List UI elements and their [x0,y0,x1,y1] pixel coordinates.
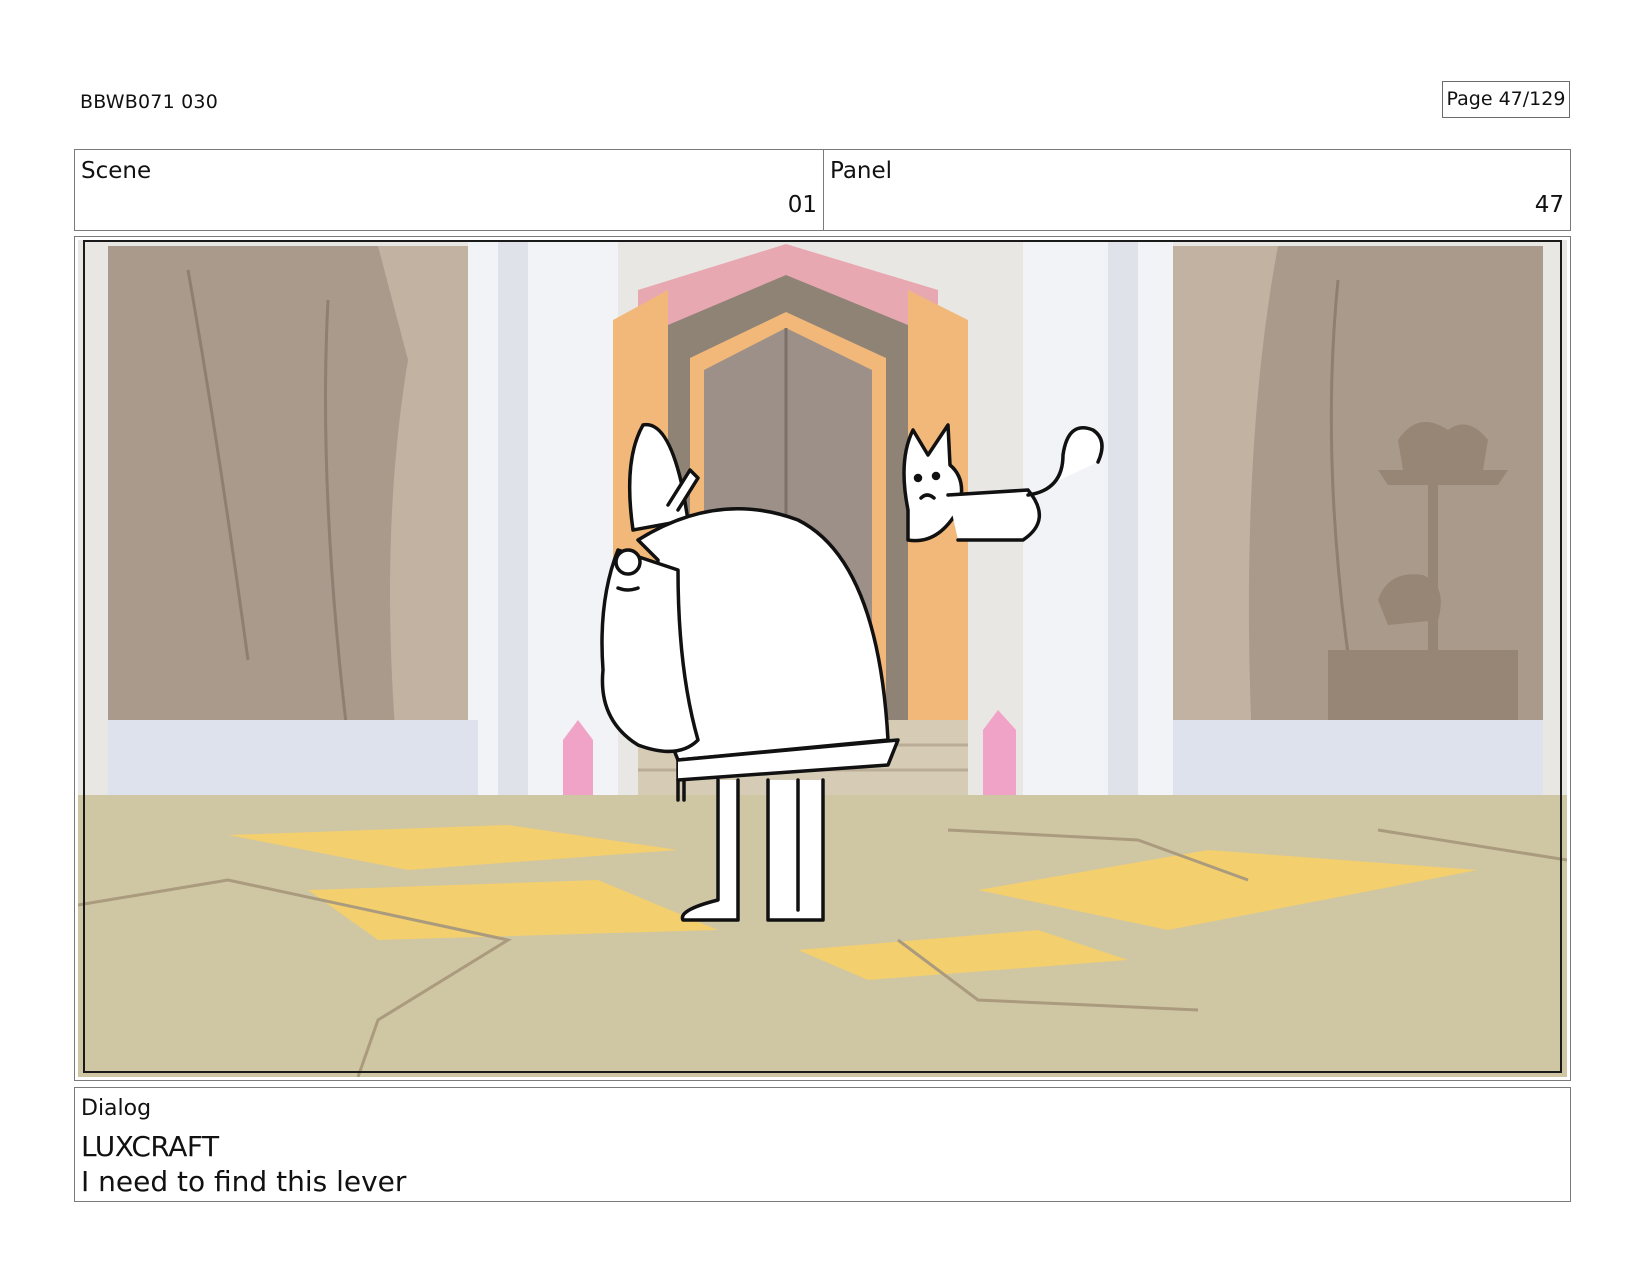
panel-label: Panel [830,158,893,184]
dialog-label: Dialog [81,1096,152,1121]
left-wall-base [108,720,478,800]
dialog-box: Dialog LUXCRAFT I need to find this leve… [74,1087,1571,1202]
scene-cell: Scene 01 [75,150,824,230]
storyboard-illustration [78,240,1567,1077]
left-pillar [468,240,618,840]
scene-number: 01 [787,192,817,218]
scene-panel-header: Scene 01 Panel 47 [74,149,1571,231]
document-id: BBWB071 030 [80,91,218,113]
page-counter: Page 47/129 [1442,81,1570,118]
right-pillar [1023,240,1173,840]
dialog-line: I need to find this lever [81,1165,407,1198]
right-pillar-shade [1108,240,1138,840]
panel-cell: Panel 47 [824,150,1570,230]
left-pillar-shade [498,240,528,840]
dialog-character: LUXCRAFT [81,1130,219,1163]
scene-label: Scene [81,158,152,184]
right-wall-base [1173,720,1543,800]
panel-number: 47 [1534,192,1564,218]
storyboard-frame [74,236,1571,1081]
